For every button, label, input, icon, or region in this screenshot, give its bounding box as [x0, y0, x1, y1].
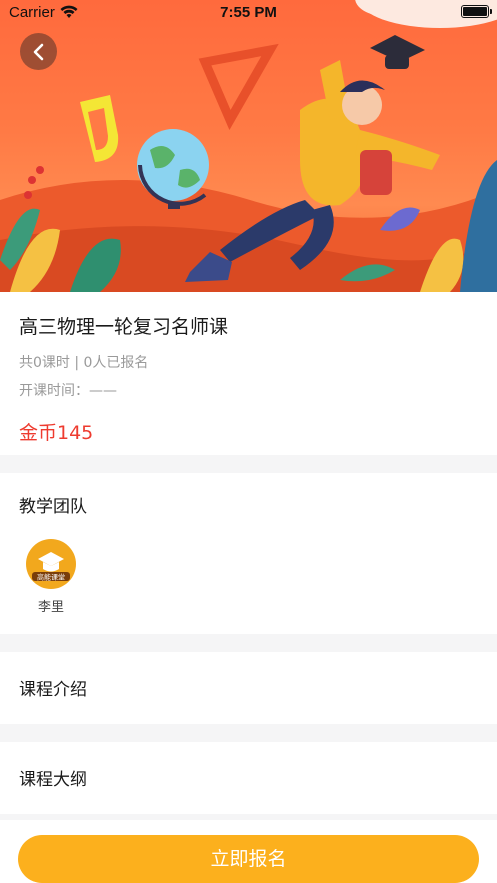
teacher-badge-text: 高能课堂: [37, 573, 65, 582]
course-banner: [0, 0, 497, 292]
teacher-avatar: 高能课堂: [26, 539, 76, 589]
teaching-team-title: 教学团队: [19, 497, 87, 517]
course-outline-section[interactable]: 课程大纲: [0, 742, 497, 814]
banner-illustration: [0, 0, 497, 292]
enroll-button[interactable]: 立即报名: [18, 835, 479, 883]
battery-icon: [461, 5, 492, 18]
graduation-cap-icon: [38, 552, 64, 566]
triangle-ruler-shape: [198, 43, 279, 131]
chevron-left-icon: [33, 43, 43, 60]
course-price: 金币145: [19, 422, 94, 444]
course-title: 高三物理一轮复习名师课: [19, 316, 229, 338]
course-intro-section[interactable]: 课程介绍: [0, 652, 497, 724]
course-info-card: 高三物理一轮复习名师课 共0课时 | 0人已报名 开课时间：—— 金币145: [0, 292, 497, 455]
teacher-name: 李里: [37, 600, 64, 615]
teaching-team-section: 教学团队 高能课堂 李里: [0, 473, 497, 634]
course-meta: 共0课时 | 0人已报名: [19, 355, 149, 371]
course-outline-title: 课程大纲: [19, 770, 87, 790]
back-button[interactable]: [20, 33, 57, 70]
clock-label: 7:55 PM: [220, 4, 277, 21]
footer-bar: 立即报名: [0, 820, 497, 883]
course-start-time: 开课时间：——: [19, 383, 117, 399]
course-intro-title: 课程介绍: [19, 680, 87, 700]
status-bar: Carrier 7:55 PM: [0, 0, 497, 26]
teacher-item[interactable]: 高能课堂 李里: [25, 539, 77, 615]
